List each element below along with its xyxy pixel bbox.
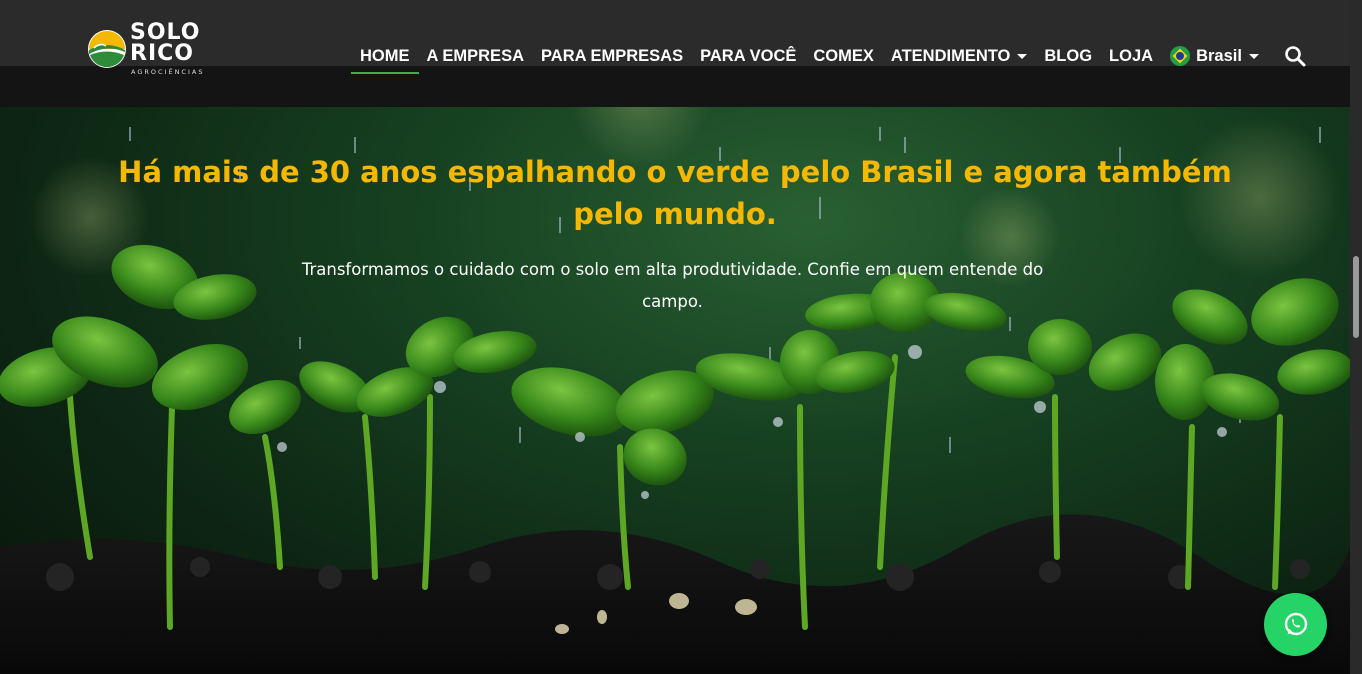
logo-emblem-icon xyxy=(88,30,126,68)
nav-a-empresa[interactable]: A EMPRESA xyxy=(427,47,525,66)
nav-loja-label: LOJA xyxy=(1109,46,1154,65)
scrollbar-thumb[interactable] xyxy=(1353,256,1359,338)
nav-para-empresas-label: PARA EMPRESAS xyxy=(541,46,684,65)
language-label: Brasil xyxy=(1196,46,1242,65)
nav-para-voce[interactable]: PARA VOCÊ xyxy=(700,47,796,66)
brand-logo[interactable]: SOLO RICO AGROCIÊNCIAS xyxy=(86,20,216,80)
chevron-down-icon xyxy=(1017,53,1028,59)
page-scrollbar[interactable] xyxy=(1350,0,1362,674)
search-icon[interactable] xyxy=(1284,45,1306,67)
language-selector[interactable]: Brasil xyxy=(1170,46,1259,66)
nav-para-voce-label: PARA VOCÊ xyxy=(700,46,797,65)
brazil-flag-icon xyxy=(1170,46,1191,66)
nav-a-empresa-label: A EMPRESA xyxy=(426,46,525,65)
nav-para-empresas[interactable]: PARA EMPRESAS xyxy=(541,47,683,66)
nav-loja[interactable]: LOJA xyxy=(1109,47,1153,66)
nav-atendimento-label: ATENDIMENTO xyxy=(890,46,1011,65)
hero-subtitle: Transformamos o cuidado com o solo em al… xyxy=(301,260,1044,311)
brand-name-line2: RICO xyxy=(130,41,194,66)
nav-blog[interactable]: BLOG xyxy=(1044,47,1092,66)
nav-home[interactable]: HOME xyxy=(351,46,418,74)
main-nav: HOME A EMPRESA PARA EMPRESAS PARA VOCÊ C… xyxy=(351,41,1306,74)
brand-name-line1: SOLO xyxy=(130,20,201,45)
nav-blog-label: BLOG xyxy=(1044,46,1093,65)
brand-wordmark: SOLO RICO xyxy=(130,20,201,66)
nav-comex[interactable]: COMEX xyxy=(813,47,874,66)
whatsapp-button[interactable] xyxy=(1264,593,1327,656)
chevron-down-icon xyxy=(1248,53,1259,59)
whatsapp-icon xyxy=(1284,612,1307,635)
nav-home-label: HOME xyxy=(360,46,410,65)
nav-comex-label: COMEX xyxy=(813,46,874,65)
hero-title: Há mais de 30 anos espalhando o verde pe… xyxy=(118,155,1232,231)
nav-atendimento-dropdown[interactable]: ATENDIMENTO xyxy=(890,46,1028,66)
brand-tagline: AGROCIÊNCIAS xyxy=(131,68,205,76)
